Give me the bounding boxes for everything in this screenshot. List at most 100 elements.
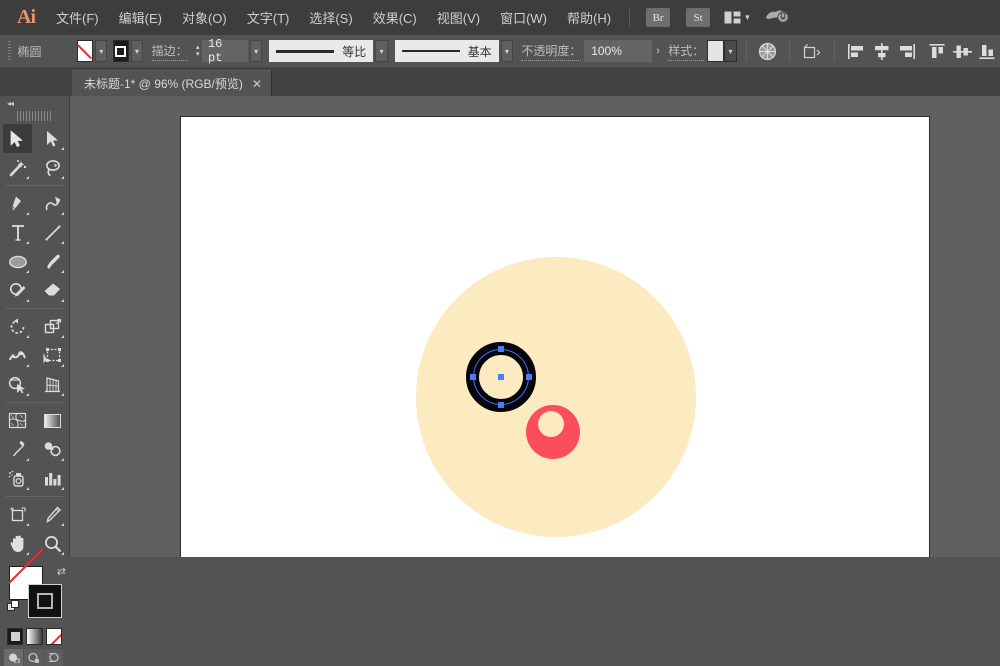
stroke-weight-label[interactable]: 描边： [152, 42, 188, 61]
align-center-horizontal-icon[interactable] [872, 40, 891, 62]
bridge-icon[interactable]: Br [646, 8, 670, 27]
tools-panel-grip[interactable] [17, 111, 53, 121]
slice-tool[interactable] [38, 500, 67, 529]
type-tool[interactable] [3, 218, 32, 247]
creative-cloud-icon[interactable] [764, 7, 790, 29]
menu-object[interactable]: 对象(O) [172, 4, 237, 31]
menu-window[interactable]: 窗口(W) [490, 4, 557, 31]
menu-help[interactable]: 帮助(H) [557, 4, 621, 31]
align-right-icon[interactable] [897, 40, 916, 62]
selection-tool[interactable] [3, 124, 32, 153]
gradient-tool[interactable] [38, 406, 67, 435]
stroke-weight-input[interactable]: 16 pt [202, 40, 248, 62]
gradient-button[interactable] [26, 628, 42, 645]
blend-icon [43, 441, 62, 458]
hand-tool[interactable] [3, 529, 32, 558]
align-bottom-glyph-icon [978, 43, 997, 60]
magic-wand-tool[interactable] [3, 153, 32, 182]
perspective-grid-tool[interactable] [38, 370, 67, 399]
document-tab[interactable]: 未标题-1* @ 96% (RGB/预览) ✕ [72, 70, 272, 96]
brush-definition-select[interactable]: 基本 [395, 40, 499, 62]
drawing-mode-inside[interactable] [44, 649, 63, 666]
drawing-mode-behind[interactable] [24, 649, 43, 666]
stroke-weight-stepper[interactable]: ▴▾ [194, 40, 202, 62]
align-bottom-icon[interactable] [978, 40, 997, 62]
eyedropper-icon [9, 441, 27, 459]
opacity-input[interactable]: 100% [584, 40, 652, 62]
brush-label: 基本 [468, 43, 492, 60]
mesh-tool[interactable] [3, 406, 32, 435]
menu-effect[interactable]: 效果(C) [363, 4, 427, 31]
menu-edit[interactable]: 编辑(E) [109, 4, 172, 31]
fill-swatch[interactable] [77, 40, 93, 62]
direct-selection-tool[interactable] [38, 124, 67, 153]
align-left-glyph-icon [847, 43, 866, 60]
menu-select[interactable]: 选择(S) [299, 4, 362, 31]
curvature-tool[interactable] [38, 189, 67, 218]
align-top-icon[interactable] [928, 40, 947, 62]
ai-logo-icon: Ai [6, 1, 46, 35]
anchor-point-left[interactable] [470, 374, 476, 380]
drawing-mode-normal[interactable] [4, 649, 23, 666]
control-bar-grip[interactable] [8, 41, 11, 61]
menu-file[interactable]: 文件(F) [46, 4, 109, 31]
eraser-tool[interactable] [38, 276, 67, 305]
stroke-dropdown-icon[interactable]: ▾ [131, 40, 143, 62]
shape-builder-tool[interactable] [3, 370, 32, 399]
default-fill-stroke-icon[interactable] [7, 600, 20, 613]
shaper-tool[interactable] [3, 276, 32, 305]
free-transform-tool[interactable] [38, 341, 67, 370]
align-left-icon[interactable] [847, 40, 866, 62]
recolor-artwork-icon[interactable] [758, 40, 777, 62]
stock-icon[interactable]: St [686, 8, 710, 27]
align-center-vertical-icon[interactable] [953, 40, 972, 62]
artboard[interactable] [180, 116, 930, 557]
canvas-area[interactable] [70, 96, 1000, 557]
tools-collapse-button[interactable]: ◂◂ [0, 96, 69, 110]
none-button[interactable] [46, 628, 62, 645]
brush-dropdown-icon[interactable]: ▾ [501, 40, 513, 62]
paint-mode-row [0, 624, 69, 645]
graphic-style-swatch[interactable] [707, 40, 724, 62]
anchor-point-top[interactable] [498, 346, 504, 352]
opacity-label[interactable]: 不透明度： [521, 42, 581, 61]
arrange-documents-icon[interactable]: ▾ [724, 11, 750, 24]
menu-view[interactable]: 视图(V) [427, 4, 490, 31]
zoom-tool[interactable] [38, 529, 67, 558]
anchor-point-right[interactable] [526, 374, 532, 380]
transform-icon[interactable] [802, 40, 822, 62]
close-icon[interactable]: ✕ [252, 77, 262, 91]
lasso-tool[interactable] [38, 153, 67, 182]
tool-divider-3 [6, 402, 64, 403]
mesh-icon [8, 412, 27, 429]
symbol-sprayer-tool[interactable] [3, 464, 32, 493]
swap-fill-stroke-icon[interactable]: ⇄ [57, 565, 66, 578]
line-segment-tool[interactable] [38, 218, 67, 247]
opacity-expand-icon[interactable]: › [656, 45, 660, 57]
curvature-icon [44, 195, 62, 213]
fill-dropdown-icon[interactable]: ▾ [95, 40, 107, 62]
chevron-down-icon: ▾ [745, 12, 750, 23]
bar-chart-icon [43, 470, 62, 487]
stroke-profile-dropdown-icon[interactable]: ▾ [375, 40, 387, 62]
stroke-profile-select[interactable]: 等比 [269, 40, 373, 62]
stroke-weight-dropdown-icon[interactable]: ▾ [250, 40, 262, 62]
draw-normal-icon [8, 652, 20, 663]
color-button[interactable] [7, 628, 23, 645]
paintbrush-tool[interactable] [38, 247, 67, 276]
menu-type[interactable]: 文字(T) [237, 4, 300, 31]
pen-tool[interactable] [3, 189, 32, 218]
rotate-tool[interactable] [3, 312, 32, 341]
artboard-tool[interactable] [3, 500, 32, 529]
ellipse-tool[interactable] [3, 247, 32, 276]
blend-tool[interactable] [38, 435, 67, 464]
eyedropper-tool[interactable] [3, 435, 32, 464]
width-tool[interactable] [3, 341, 32, 370]
scale-tool[interactable] [38, 312, 67, 341]
style-dropdown-icon[interactable]: ▾ [724, 40, 736, 62]
stroke-swatch[interactable] [113, 40, 129, 62]
anchor-point-bottom[interactable] [498, 402, 504, 408]
yellow-background-circle[interactable] [416, 257, 696, 537]
column-graph-tool[interactable] [38, 464, 67, 493]
stroke-swatch[interactable] [28, 584, 62, 618]
